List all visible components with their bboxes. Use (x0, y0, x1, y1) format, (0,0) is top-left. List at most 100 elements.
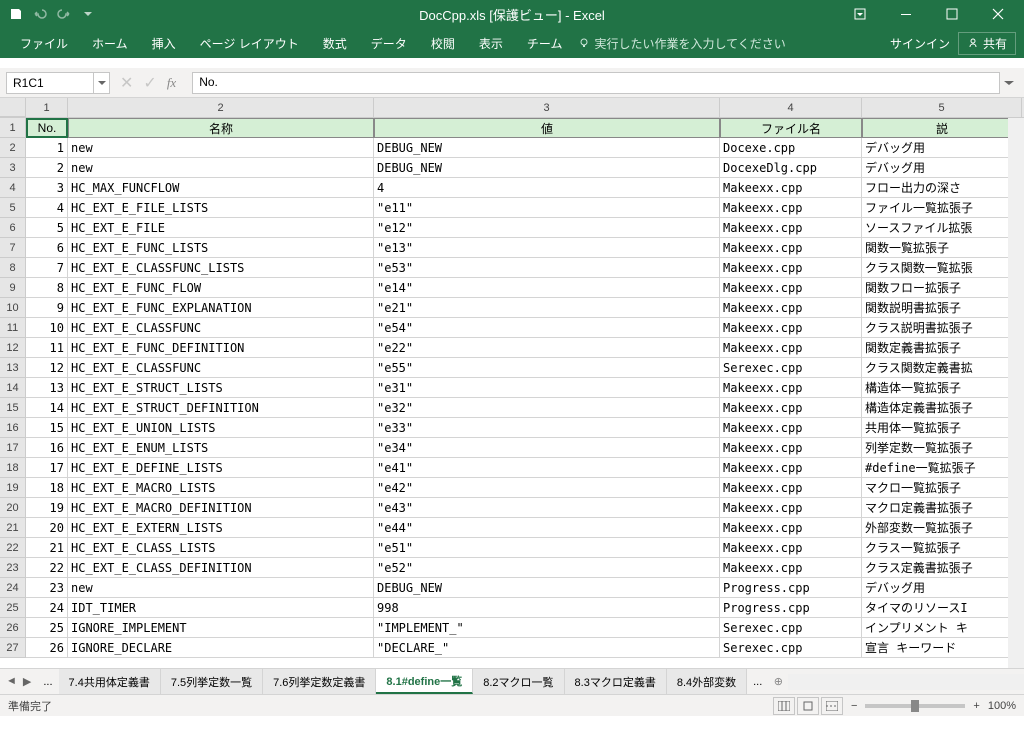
cell[interactable]: 1 (26, 138, 68, 158)
col-header[interactable]: 4 (720, 98, 862, 117)
cell[interactable]: DEBUG_NEW (374, 578, 720, 598)
cell[interactable]: HC_EXT_E_FUNC_DEFINITION (68, 338, 374, 358)
vertical-scrollbar[interactable] (1008, 118, 1024, 668)
cell[interactable]: クラス関数定義書拡 (862, 358, 1022, 378)
cell[interactable]: "e54" (374, 318, 720, 338)
row-header[interactable]: 5 (0, 198, 26, 218)
sheet-tab[interactable]: 8.1#define一覧 (376, 669, 473, 694)
cell[interactable]: "e51" (374, 538, 720, 558)
cell[interactable]: Serexec.cpp (720, 618, 862, 638)
cell[interactable]: HC_EXT_E_EXTERN_LISTS (68, 518, 374, 538)
zoom-slider[interactable] (865, 704, 965, 708)
signin-link[interactable]: サインイン (890, 35, 950, 52)
cell[interactable]: Makeexx.cpp (720, 198, 862, 218)
cell[interactable]: 関数一覧拡張子 (862, 238, 1022, 258)
cell[interactable]: 構造体一覧拡張子 (862, 378, 1022, 398)
cell[interactable]: 12 (26, 358, 68, 378)
cell[interactable]: 11 (26, 338, 68, 358)
cell[interactable]: HC_EXT_E_FUNC_EXPLANATION (68, 298, 374, 318)
row-header[interactable]: 9 (0, 278, 26, 298)
cell[interactable]: 4 (26, 198, 68, 218)
cell[interactable]: Progress.cpp (720, 598, 862, 618)
cell[interactable]: HC_EXT_E_STRUCT_LISTS (68, 378, 374, 398)
cell[interactable]: 17 (26, 458, 68, 478)
cell[interactable]: HC_EXT_E_FILE (68, 218, 374, 238)
cell[interactable]: "e43" (374, 498, 720, 518)
cancel-icon[interactable]: ✕ (120, 73, 133, 93)
row-header[interactable]: 7 (0, 238, 26, 258)
cell[interactable]: HC_EXT_E_CLASSFUNC (68, 318, 374, 338)
cell[interactable]: 13 (26, 378, 68, 398)
row-header[interactable]: 1 (0, 118, 26, 138)
cell[interactable]: "e21" (374, 298, 720, 318)
cell[interactable]: クラス定義書拡張子 (862, 558, 1022, 578)
header-cell[interactable]: 値 (374, 118, 720, 138)
cell[interactable]: HC_EXT_E_MACRO_DEFINITION (68, 498, 374, 518)
cell[interactable]: フロー出力の深さ (862, 178, 1022, 198)
cell[interactable]: クラス説明書拡張子 (862, 318, 1022, 338)
share-button[interactable]: 共有 (958, 32, 1016, 55)
ribbon-tab[interactable]: 校閲 (419, 29, 467, 58)
cell[interactable]: 22 (26, 558, 68, 578)
cell[interactable]: マクロ一覧拡張子 (862, 478, 1022, 498)
cell[interactable]: "e44" (374, 518, 720, 538)
header-cell[interactable]: ファイル名 (720, 118, 862, 138)
cell[interactable]: 7 (26, 258, 68, 278)
cell[interactable]: #define一覧拡張子 (862, 458, 1022, 478)
col-header[interactable]: 5 (862, 98, 1022, 117)
spreadsheet-grid[interactable]: 1 2 3 4 5 1No.名称値ファイル名説21newDEBUG_NEWDoc… (0, 98, 1024, 668)
cell[interactable]: 16 (26, 438, 68, 458)
sheet-tab[interactable]: 7.5列挙定数一覧 (161, 669, 263, 694)
cell[interactable]: 4 (374, 178, 720, 198)
cell[interactable]: 8 (26, 278, 68, 298)
row-header[interactable]: 14 (0, 378, 26, 398)
cell[interactable]: new (68, 578, 374, 598)
ribbon-tab[interactable]: 数式 (311, 29, 359, 58)
cell[interactable]: Makeexx.cpp (720, 518, 862, 538)
col-header[interactable]: 2 (68, 98, 374, 117)
cell[interactable]: Makeexx.cpp (720, 498, 862, 518)
cell[interactable]: HC_EXT_E_FUNC_LISTS (68, 238, 374, 258)
name-box[interactable]: R1C1 (6, 72, 94, 94)
cell[interactable]: Makeexx.cpp (720, 238, 862, 258)
cell[interactable]: Makeexx.cpp (720, 218, 862, 238)
cell[interactable]: 3 (26, 178, 68, 198)
cell[interactable]: Serexec.cpp (720, 358, 862, 378)
ribbon-options-icon[interactable] (838, 0, 882, 28)
cell[interactable]: new (68, 158, 374, 178)
formula-expand-icon[interactable] (1000, 72, 1018, 94)
cell[interactable]: 998 (374, 598, 720, 618)
formula-input[interactable]: No. (192, 72, 1000, 94)
cell[interactable]: デバッグ用 (862, 138, 1022, 158)
cell[interactable]: Makeexx.cpp (720, 538, 862, 558)
tab-nav[interactable]: ◄ ▶ (0, 675, 37, 688)
cell[interactable]: "e34" (374, 438, 720, 458)
row-header[interactable]: 27 (0, 638, 26, 658)
minimize-button[interactable] (884, 0, 928, 28)
row-header[interactable]: 18 (0, 458, 26, 478)
cell[interactable]: 関数説明書拡張子 (862, 298, 1022, 318)
cell[interactable]: "e53" (374, 258, 720, 278)
cell[interactable]: Makeexx.cpp (720, 318, 862, 338)
sheet-tab[interactable]: 8.2マクロ一覧 (473, 669, 564, 694)
row-header[interactable]: 10 (0, 298, 26, 318)
row-header[interactable]: 17 (0, 438, 26, 458)
cell[interactable]: 9 (26, 298, 68, 318)
cell[interactable]: ソースファイル拡張 (862, 218, 1022, 238)
cell[interactable]: HC_EXT_E_CLASSFUNC (68, 358, 374, 378)
header-cell[interactable]: 説 (862, 118, 1022, 138)
cell[interactable]: Progress.cpp (720, 578, 862, 598)
sheet-tab[interactable]: 7.4共用体定義書 (59, 669, 161, 694)
row-header[interactable]: 13 (0, 358, 26, 378)
cell[interactable]: 26 (26, 638, 68, 658)
cell[interactable]: Makeexx.cpp (720, 258, 862, 278)
row-header[interactable]: 21 (0, 518, 26, 538)
cell[interactable]: Makeexx.cpp (720, 338, 862, 358)
cell[interactable]: 15 (26, 418, 68, 438)
cell[interactable]: "e12" (374, 218, 720, 238)
zoom-out-button[interactable]: − (851, 700, 857, 712)
close-button[interactable] (976, 0, 1020, 28)
cell[interactable]: Docexe.cpp (720, 138, 862, 158)
cell[interactable]: "e11" (374, 198, 720, 218)
cell[interactable]: ファイル一覧拡張子 (862, 198, 1022, 218)
